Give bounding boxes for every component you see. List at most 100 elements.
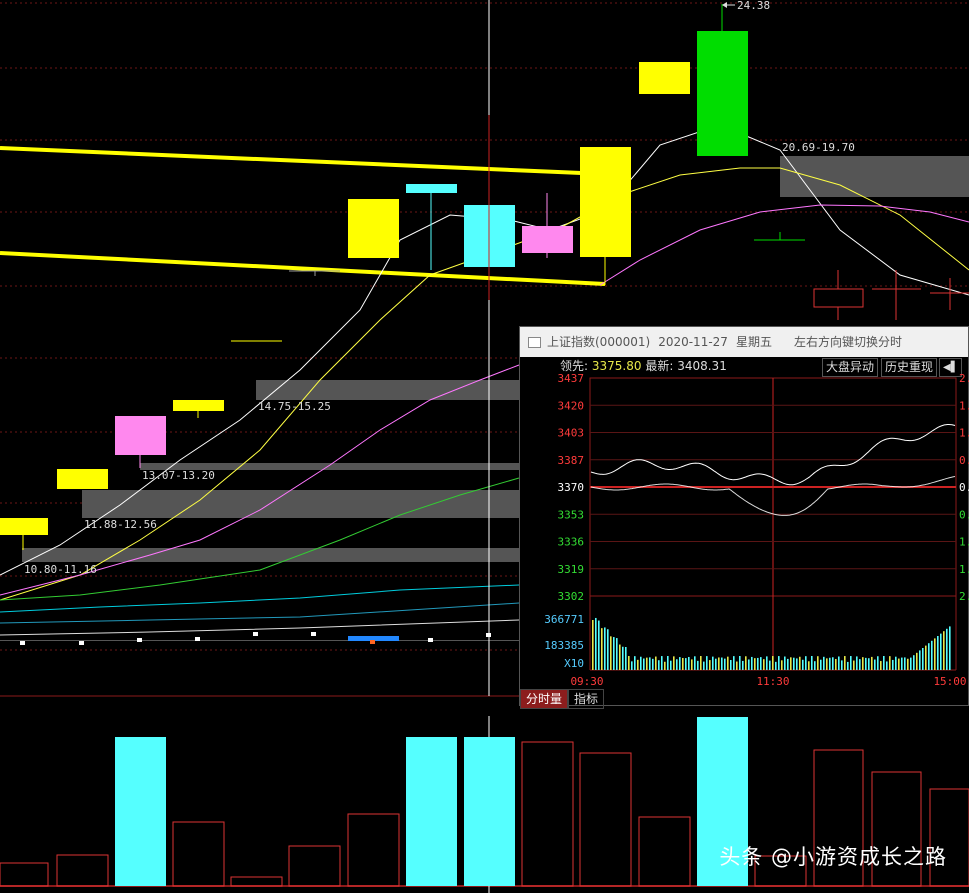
volume-bar bbox=[928, 643, 930, 670]
volume-bar bbox=[787, 658, 789, 670]
intraday-price-ticks: 3437 3420 3403 3387 3370 3353 3336 3319 3302 bbox=[558, 372, 585, 603]
volume-bar bbox=[847, 661, 849, 670]
volume-bar bbox=[739, 656, 741, 670]
volume-bar bbox=[856, 656, 858, 670]
price-tick: 3319 bbox=[558, 563, 585, 576]
volume-bar bbox=[637, 659, 639, 670]
volume-bar bbox=[937, 636, 939, 670]
volume-bar bbox=[607, 629, 609, 670]
top-price-label: 24.38 bbox=[737, 0, 770, 12]
time-tick: 15:00 bbox=[933, 675, 966, 688]
volume-bar bbox=[844, 656, 846, 670]
volume-bar bbox=[640, 656, 642, 670]
ma-teal bbox=[0, 602, 520, 624]
volume-bar bbox=[862, 657, 864, 670]
volume-bar bbox=[934, 638, 936, 670]
volume-bar bbox=[802, 659, 804, 670]
volume-bar bbox=[829, 657, 831, 670]
volume-bar bbox=[721, 657, 723, 670]
volume-tick: 366771 bbox=[544, 613, 584, 626]
volume-bar bbox=[865, 657, 867, 670]
volume-bar bbox=[622, 646, 624, 670]
pct-tick: 1.0 bbox=[959, 427, 969, 440]
volume-bar bbox=[631, 661, 633, 670]
intraday-chart[interactable]: 3437 3420 3403 3387 3370 3353 3336 3319 3302 2.0… bbox=[520, 327, 969, 707]
zone-label: 14.75-15.25 bbox=[258, 400, 331, 413]
volume-bar bbox=[913, 655, 915, 670]
volume-bar bbox=[793, 657, 795, 670]
volume-bar bbox=[766, 656, 768, 670]
volume-bar bbox=[931, 640, 933, 670]
volume-bar bbox=[592, 620, 594, 670]
volume-bar bbox=[880, 661, 882, 670]
volume-bar bbox=[676, 659, 678, 670]
signal-markers bbox=[0, 632, 519, 645]
volume-bar bbox=[643, 658, 645, 670]
volume-bar bbox=[898, 658, 900, 670]
volume-bar bbox=[598, 620, 600, 670]
volume-bar bbox=[892, 659, 894, 670]
volume-bar bbox=[895, 656, 897, 670]
intraday-grid bbox=[589, 377, 957, 671]
ma-pink-right bbox=[599, 204, 969, 286]
upper-trendline bbox=[0, 146, 606, 176]
volume-bar bbox=[784, 656, 786, 670]
time-tick: 09:30 bbox=[570, 675, 603, 688]
volume-bar bbox=[679, 657, 681, 670]
volume-bar bbox=[724, 658, 726, 670]
volume-bar bbox=[709, 660, 711, 670]
volume-bar bbox=[613, 637, 615, 670]
volume-bar bbox=[907, 658, 909, 670]
volume-bar bbox=[742, 660, 744, 670]
volume-bar bbox=[808, 661, 810, 670]
volume-bar bbox=[595, 617, 597, 670]
tab-volume[interactable]: 分时量 bbox=[520, 689, 569, 709]
volume-bar bbox=[673, 656, 675, 670]
volume-bar bbox=[886, 661, 888, 670]
volume-bar bbox=[736, 661, 738, 670]
tab-indicator[interactable]: 指标 bbox=[568, 689, 605, 709]
popup-tabs[interactable]: 分时量 指标 bbox=[520, 688, 605, 709]
volume-bar bbox=[832, 657, 834, 670]
pct-tick: 0.5 bbox=[959, 508, 969, 521]
volume-bar bbox=[805, 656, 807, 670]
volume-bar bbox=[949, 626, 951, 670]
volume-bar bbox=[616, 638, 618, 670]
volume-tick: 183385 bbox=[544, 639, 584, 652]
volume-bar bbox=[727, 656, 729, 670]
volume-bar bbox=[661, 656, 663, 670]
volume-bar bbox=[649, 657, 651, 670]
volume-bar bbox=[853, 660, 855, 670]
volume-bar bbox=[754, 658, 756, 670]
volume-bar bbox=[685, 658, 687, 670]
volume-bar bbox=[682, 657, 684, 670]
volume-bar bbox=[778, 656, 780, 670]
volume-bar bbox=[841, 660, 843, 670]
volume-bar bbox=[814, 661, 816, 670]
intraday-time-ticks: 09:30 11:30 15:00 bbox=[570, 675, 966, 688]
pct-tick: 2.0 bbox=[959, 590, 969, 603]
volume-bar bbox=[658, 660, 660, 670]
volume-bar bbox=[646, 657, 648, 670]
volume-bar bbox=[733, 656, 735, 670]
pct-tick: 1.5 bbox=[959, 563, 969, 576]
volume-bar bbox=[706, 656, 708, 670]
volume-bar bbox=[883, 656, 885, 670]
volume-bar bbox=[751, 656, 753, 670]
volume-bar bbox=[688, 656, 690, 670]
volume-bar bbox=[769, 660, 771, 670]
volume-bar bbox=[826, 658, 828, 670]
price-tick: 3403 bbox=[558, 427, 585, 440]
volume-bar bbox=[775, 661, 777, 670]
volume-bar bbox=[901, 657, 903, 670]
price-tick: 3437 bbox=[558, 372, 585, 385]
volume-bar bbox=[790, 657, 792, 670]
volume-bar bbox=[943, 631, 945, 670]
intraday-popup[interactable]: 上证指数(000001) 2020-11-27 星期五 左右方向键切换分时 领先: 3… bbox=[519, 326, 969, 709]
volume-bar bbox=[730, 660, 732, 670]
volume-bar bbox=[877, 656, 879, 670]
volume-bar bbox=[916, 652, 918, 670]
volume-bar bbox=[940, 633, 942, 670]
volume-bar bbox=[700, 656, 702, 670]
volume-tick: X10 bbox=[564, 657, 584, 670]
